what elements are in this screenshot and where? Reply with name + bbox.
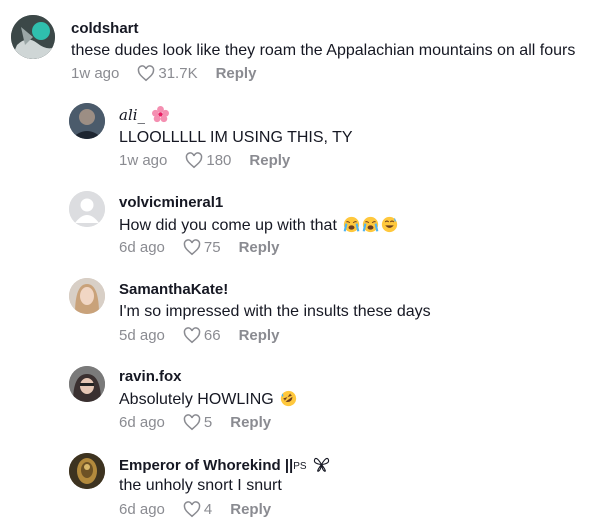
comment-text: the unholy snort I snurt (119, 477, 282, 494)
reply-button[interactable]: Reply (230, 414, 271, 431)
comment-username[interactable]: ali_ (119, 106, 169, 124)
comment-text: How did you come up with that (119, 216, 398, 235)
comment-username[interactable]: Emperor of Whorekind ||PS (119, 456, 330, 474)
avatar[interactable] (11, 15, 55, 59)
avatar-image (69, 103, 105, 139)
comment-meta: 6d ago 5 Reply (119, 414, 271, 431)
like-count: 66 (203, 327, 221, 344)
comment-text-content: How did you come up with that (119, 217, 337, 234)
comment-date: 6d ago (119, 239, 165, 256)
comment-text: Absolutely HOWLING (119, 390, 297, 409)
reply-button[interactable]: Reply (230, 501, 271, 518)
heart-outline-icon[interactable] (183, 239, 201, 256)
username-suffix: PS (293, 461, 307, 472)
heart-outline-icon[interactable] (183, 501, 201, 518)
comment-meta: 6d ago 75 Reply (119, 239, 279, 256)
heart-outline-icon[interactable] (183, 414, 201, 431)
avatar-image (69, 366, 105, 402)
avatar-image (69, 453, 105, 489)
comment-username[interactable]: SamanthaKate! (119, 281, 228, 298)
butterfly-icon (313, 456, 330, 473)
rolling-laughing-face-icon (280, 390, 297, 407)
crying-face-icon (343, 216, 360, 233)
comment-text-content: Absolutely HOWLING (119, 391, 274, 408)
comment-text: LLOOLLLLL IM USING THIS, TY (119, 129, 353, 146)
avatar[interactable] (69, 278, 105, 314)
crying-face-icon (362, 216, 379, 233)
like-count: 180 (206, 152, 232, 169)
comment-meta: 1w ago 31.7K Reply (71, 65, 256, 82)
reply-button[interactable]: Reply (239, 327, 280, 344)
username-text: ali_ (119, 106, 146, 124)
avatar[interactable] (69, 366, 105, 402)
heart-outline-icon[interactable] (183, 327, 201, 344)
heart-outline-icon[interactable] (185, 152, 203, 169)
avatar[interactable] (69, 191, 105, 227)
cherry-blossom-icon (151, 106, 169, 123)
comment-text: these dudes look like they roam the Appa… (71, 42, 576, 59)
comment-date: 1w ago (71, 65, 120, 82)
like-count: 31.7K (158, 65, 198, 82)
comment-username[interactable]: coldshart (71, 20, 139, 37)
comment-meta: 1w ago 180 Reply (119, 152, 290, 169)
avatar-image (69, 278, 105, 314)
like-count: 5 (203, 414, 213, 431)
username-text: Emperor of Whorekind || (119, 457, 294, 474)
comment-text: I'm so impressed with the insults these … (119, 303, 431, 320)
avatar-image (11, 15, 55, 59)
like-count: 4 (203, 501, 213, 518)
comment-meta: 5d ago 66 Reply (119, 327, 279, 344)
default-avatar-icon (69, 191, 105, 227)
reply-button[interactable]: Reply (249, 152, 290, 169)
reply-button[interactable]: Reply (239, 239, 280, 256)
comment-date: 1w ago (119, 152, 168, 169)
comment-date: 5d ago (119, 327, 165, 344)
avatar[interactable] (69, 453, 105, 489)
reply-button[interactable]: Reply (216, 65, 257, 82)
comment-username[interactable]: volvicmineral1 (119, 194, 223, 211)
grinning-sweat-face-icon (381, 216, 398, 233)
avatar[interactable] (69, 103, 105, 139)
heart-outline-icon[interactable] (137, 65, 155, 82)
comment-date: 6d ago (119, 414, 165, 431)
comment-date: 6d ago (119, 501, 165, 518)
comment-username[interactable]: ravin.fox (119, 368, 182, 385)
like-count: 75 (203, 239, 221, 256)
comment-meta: 6d ago 4 Reply (119, 501, 271, 518)
